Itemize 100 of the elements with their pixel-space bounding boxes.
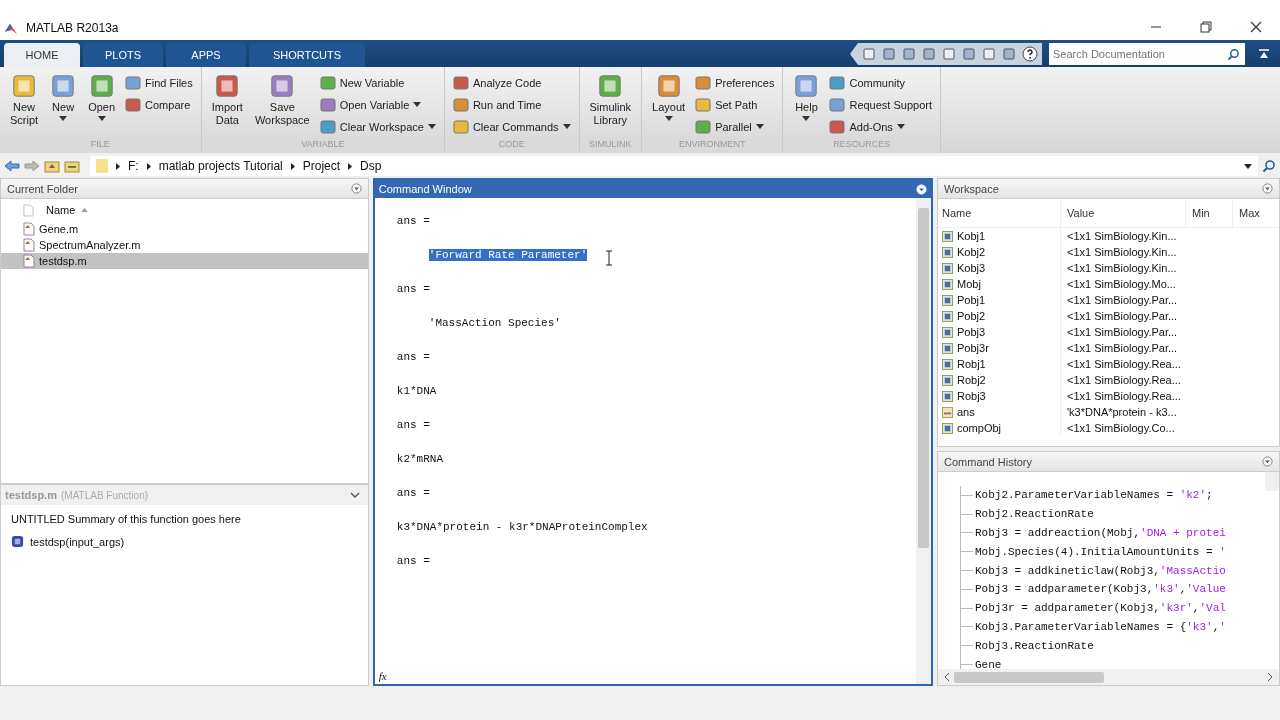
ribbon-tab[interactable]: HOME <box>4 43 80 67</box>
path-segment[interactable]: Dsp <box>360 159 382 173</box>
folder-up-icon[interactable] <box>44 159 60 173</box>
ribbon-button[interactable]: Add-Ons <box>827 117 934 136</box>
ribbon-button[interactable]: Community <box>827 73 934 92</box>
tool-icon <box>829 74 846 91</box>
variable-name[interactable]: Robj3 <box>957 390 986 402</box>
panel-title: Workspace <box>944 182 999 195</box>
history-command[interactable]: Robj2.ReactionRate <box>975 508 1094 521</box>
ribbon-button[interactable]: Help <box>789 71 824 139</box>
panel-menu-icon[interactable] <box>350 183 362 194</box>
ribbon-button[interactable]: Run and Time <box>450 95 573 114</box>
variable-name[interactable]: Robj1 <box>957 358 986 370</box>
toolbar-icon[interactable] <box>962 47 976 61</box>
variable-name[interactable]: Kobj2 <box>957 246 986 258</box>
history-command[interactable]: Pobj3 = addparameter(Kobj3,'k3','Value <box>975 583 1226 596</box>
address-bar[interactable]: F: matlab projects Tutorial Project Dsp <box>90 156 1258 176</box>
ribbon-button[interactable]: Clear Commands <box>450 117 573 136</box>
collapse-ribbon-icon[interactable] <box>1258 48 1270 60</box>
ribbon-button[interactable]: Clear Workspace <box>317 117 438 136</box>
column-header[interactable]: Max <box>1233 207 1279 219</box>
scrollbar[interactable] <box>1265 472 1279 491</box>
ribbon-button[interactable]: New Script <box>6 71 43 139</box>
back-arrow-icon[interactable] <box>4 160 20 172</box>
variable-name[interactable]: compObj <box>957 422 1002 434</box>
ribbon-button[interactable]: Set Path <box>693 95 777 114</box>
caret-icon <box>59 116 68 121</box>
variable-name[interactable]: Pobj1 <box>957 294 986 306</box>
path-segment[interactable]: F: <box>128 159 139 173</box>
column-header[interactable]: Value <box>1061 199 1186 227</box>
history-command[interactable]: Robj3 = addreaction(Mobj,'DNA + protei <box>975 527 1226 539</box>
variable-value: <1x1 SimBiology.Par... <box>1066 342 1179 354</box>
variable-name[interactable]: ans <box>957 406 975 418</box>
history-command[interactable]: Kobj3 = addkineticlaw(Robj3,'MassActio <box>975 564 1226 577</box>
script-file-icon <box>23 254 35 268</box>
column-header[interactable]: Min <box>1186 199 1233 227</box>
variable-name[interactable]: Robj2 <box>957 374 986 386</box>
ribbon-tab[interactable]: APPS <box>166 43 246 67</box>
toolbar-icon[interactable] <box>942 47 956 61</box>
history-command[interactable]: Gene <box>975 658 1002 669</box>
toolbar-icon[interactable] <box>882 47 896 61</box>
history-command[interactable]: Robj3.ReactionRate <box>975 639 1094 652</box>
ribbon-button[interactable]: Open <box>84 71 120 139</box>
toolbar-icon[interactable] <box>922 47 936 61</box>
toolbar-icon[interactable] <box>902 47 916 61</box>
scrollbar[interactable] <box>938 669 1279 685</box>
ribbon-tab[interactable]: SHORTCUTS <box>249 43 365 67</box>
function-summary: UNTITLED Summary of this function goes here <box>11 513 242 525</box>
ribbon-button[interactable]: Analyze Code <box>450 73 573 92</box>
browse-folder-icon[interactable] <box>64 159 80 173</box>
history-command[interactable]: Kobj3.ParameterVariableNames = {'k3',' <box>975 620 1226 633</box>
search-field[interactable]: Search Documentation <box>1049 43 1245 65</box>
ribbon-button[interactable]: Open Variable <box>317 95 438 114</box>
panel-menu-icon[interactable] <box>1262 456 1273 467</box>
panel-menu-icon[interactable] <box>1262 183 1273 194</box>
search-icon[interactable] <box>1227 48 1240 61</box>
variable-name[interactable]: Pobj3r <box>957 342 989 354</box>
variable-name[interactable]: Kobj3 <box>957 262 986 274</box>
toolbar-icon[interactable] <box>982 47 996 61</box>
ribbon-button[interactable]: Find Files <box>123 73 195 92</box>
close-icon[interactable] <box>1250 21 1262 33</box>
scrollbar[interactable] <box>916 198 931 684</box>
ribbon-tab[interactable]: PLOTS <box>83 43 163 67</box>
caret-icon[interactable] <box>1244 163 1252 169</box>
toolbar-icon[interactable] <box>862 47 876 61</box>
variable-value: 'k3*DNA*protein - k3... <box>1066 406 1178 418</box>
scroll-right-icon[interactable] <box>1267 673 1273 681</box>
variable-name[interactable]: Mobj <box>957 278 981 290</box>
function-icon <box>11 535 24 548</box>
history-command[interactable]: Pobj3r = addparameter(Kobj3,'k3r','Val <box>975 602 1226 615</box>
ribbon-button[interactable]: Save Workspace <box>250 71 314 139</box>
file-row[interactable]: testdsp.m <box>1 253 368 269</box>
file-row[interactable]: SpectrumAnalyzer.m <box>1 237 368 253</box>
script-file-icon <box>23 238 35 252</box>
object-icon <box>942 278 953 290</box>
column-header[interactable]: Name <box>40 204 76 216</box>
history-command[interactable]: Mobj.Species(4).InitialAmountUnits = ' <box>975 545 1226 558</box>
history-command[interactable]: Kobj2.ParameterVariableNames = 'k2'; <box>975 489 1213 502</box>
ribbon-button[interactable]: New <box>46 71 81 139</box>
ribbon-button[interactable]: New Variable <box>317 73 438 92</box>
path-segment[interactable]: matlab projects Tutorial <box>158 159 283 173</box>
ribbon-button[interactable]: Parallel <box>693 117 777 136</box>
variable-name[interactable]: Kobj1 <box>957 230 986 242</box>
search-icon[interactable] <box>1262 159 1276 173</box>
variable-name[interactable]: Pobj3 <box>957 326 986 338</box>
ribbon-button[interactable]: Compare <box>123 95 195 114</box>
ribbon-button[interactable]: Request Support <box>827 95 934 114</box>
ribbon-button[interactable]: Simulink Library <box>585 71 636 139</box>
chevron-icon[interactable] <box>349 492 360 498</box>
ribbon-button[interactable]: Preferences <box>693 73 777 92</box>
file-row[interactable]: Gene.m <box>1 221 368 237</box>
column-header[interactable]: Name <box>938 199 1061 227</box>
path-segment[interactable]: Project <box>302 159 341 173</box>
toolbar-icon[interactable] <box>1002 47 1016 61</box>
help-icon[interactable] <box>1022 46 1038 62</box>
ribbon-button[interactable]: Import Data <box>207 71 247 139</box>
scroll-left-icon[interactable] <box>944 673 950 681</box>
variable-name[interactable]: Pobj2 <box>957 310 986 322</box>
ribbon-button[interactable]: Layout <box>648 71 690 139</box>
restore-icon[interactable] <box>1200 21 1212 33</box>
